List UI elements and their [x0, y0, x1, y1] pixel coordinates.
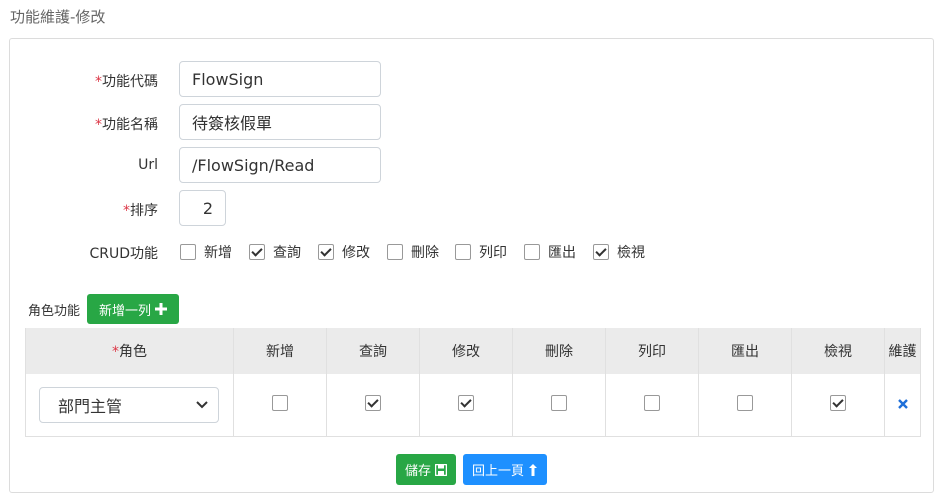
- perm-checkbox[interactable]: [272, 395, 288, 411]
- crud-checkbox[interactable]: [387, 244, 403, 260]
- role-cell: 部門主管: [25, 374, 234, 437]
- required-mark: *: [95, 74, 102, 90]
- required-mark: *: [95, 117, 102, 133]
- crud-checkbox[interactable]: [180, 244, 196, 260]
- roles-section-label: 角色功能: [28, 304, 81, 319]
- page-title: 功能維護-修改: [10, 8, 106, 26]
- table-header-row: *角色 新增 查詢 修改 刪除 列印 匯出 檢視 維護: [25, 328, 921, 374]
- crud-checkbox[interactable]: [318, 244, 334, 260]
- column-header-role: *角色: [25, 328, 234, 374]
- perm-checkbox[interactable]: [365, 395, 381, 411]
- column-header: 維護: [884, 328, 921, 374]
- perm-checkbox[interactable]: [458, 395, 474, 411]
- crud-option-view[interactable]: 檢視: [593, 242, 645, 262]
- crud-checkbox[interactable]: [249, 244, 265, 260]
- column-header: 新增: [233, 328, 327, 374]
- column-header: 列印: [605, 328, 699, 374]
- column-header: 刪除: [512, 328, 606, 374]
- floppy-disk-icon: [435, 463, 447, 476]
- url-label: Url: [138, 157, 158, 173]
- perm-cell: [791, 374, 885, 437]
- url-input[interactable]: /FlowSign/Read: [179, 147, 381, 183]
- code-label: *功能代碼: [95, 74, 158, 90]
- perm-cell: [326, 374, 420, 437]
- chevron-down-icon: [196, 401, 208, 409]
- name-label: *功能名稱: [95, 117, 158, 133]
- perm-checkbox[interactable]: [737, 395, 753, 411]
- add-row-button[interactable]: 新增一列: [87, 294, 179, 324]
- save-button[interactable]: 儲存: [396, 454, 456, 485]
- perm-checkbox[interactable]: [830, 395, 846, 411]
- perm-cell: [233, 374, 327, 437]
- perm-checkbox[interactable]: [644, 395, 660, 411]
- back-button[interactable]: 回上一頁: [463, 454, 547, 485]
- roles-table: *角色 新增 查詢 修改 刪除 列印 匯出 檢視 維護 部門主管: [25, 328, 921, 437]
- plus-icon: [155, 303, 167, 315]
- crud-label: CRUD功能: [89, 246, 158, 262]
- column-header: 查詢: [326, 328, 420, 374]
- crud-option-edit[interactable]: 修改: [318, 242, 370, 262]
- crud-option-add[interactable]: 新增: [180, 242, 232, 262]
- crud-option-delete[interactable]: 刪除: [387, 242, 439, 262]
- delete-row-icon[interactable]: [897, 399, 908, 409]
- table-row: 部門主管: [25, 374, 921, 437]
- code-input[interactable]: FlowSign: [179, 61, 381, 97]
- perm-cell: [698, 374, 792, 437]
- perm-cell: [605, 374, 699, 437]
- crud-checkbox[interactable]: [524, 244, 540, 260]
- column-header: 修改: [419, 328, 513, 374]
- crud-option-export[interactable]: 匯出: [524, 242, 576, 262]
- crud-option-print[interactable]: 列印: [455, 242, 507, 262]
- crud-checkbox[interactable]: [593, 244, 609, 260]
- perm-cell: [419, 374, 513, 437]
- level-up-icon: [529, 463, 537, 476]
- column-header: 檢視: [791, 328, 885, 374]
- order-label: *排序: [123, 203, 158, 219]
- required-mark: *: [123, 203, 130, 219]
- maintain-cell: [884, 374, 921, 437]
- role-select[interactable]: 部門主管: [39, 387, 219, 423]
- column-header: 匯出: [698, 328, 792, 374]
- perm-checkbox[interactable]: [551, 395, 567, 411]
- order-input[interactable]: 2: [179, 190, 226, 226]
- perm-cell: [512, 374, 606, 437]
- crud-checkbox[interactable]: [455, 244, 471, 260]
- name-input[interactable]: 待簽核假單: [179, 104, 381, 140]
- crud-option-query[interactable]: 查詢: [249, 242, 301, 262]
